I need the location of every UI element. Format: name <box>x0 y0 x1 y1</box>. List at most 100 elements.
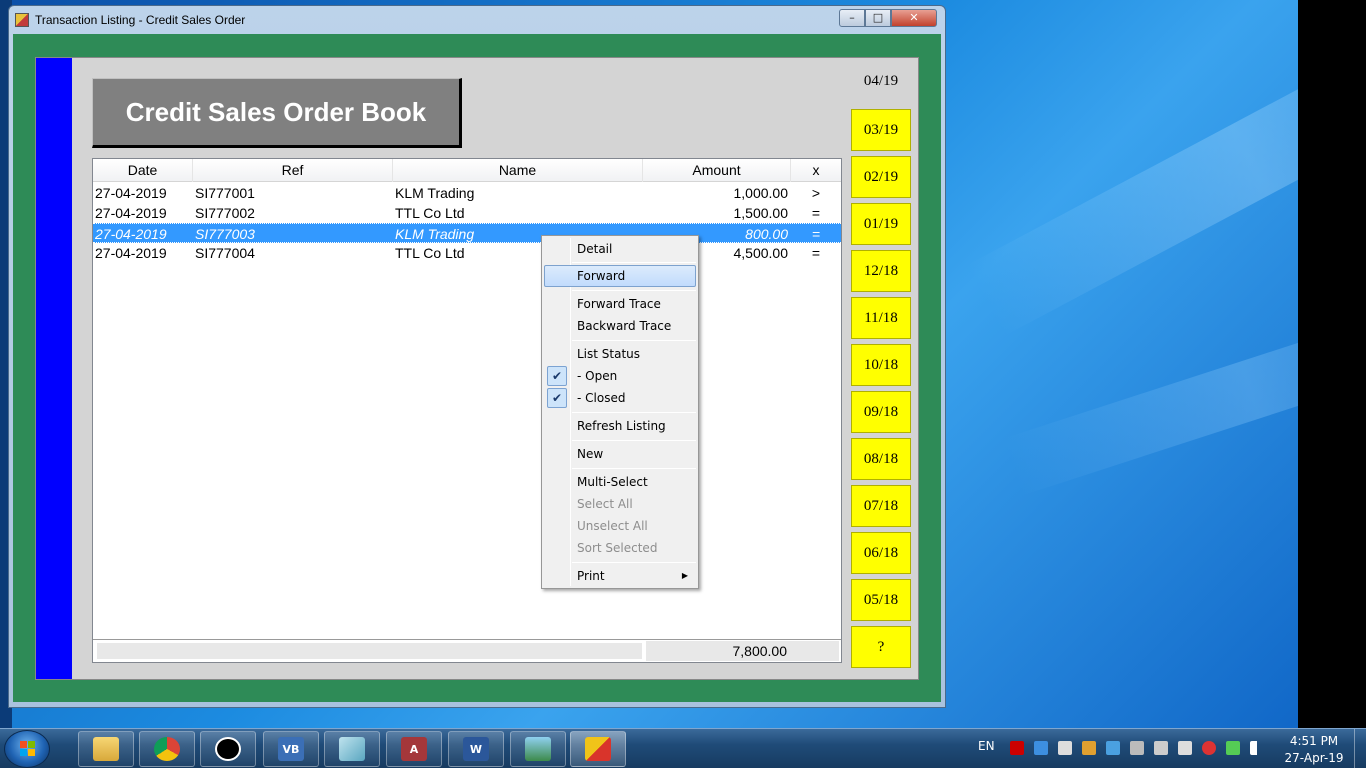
period-button[interactable]: 10/18 <box>851 344 911 386</box>
cell-ref: SI777001 <box>195 185 255 201</box>
menu-item-detail[interactable]: Detail <box>544 238 696 260</box>
menu-separator <box>572 262 696 263</box>
list-footer: 7,800.00 <box>93 639 841 662</box>
update-icon[interactable] <box>1202 741 1216 755</box>
list-header: Date Ref Name Amount x <box>93 159 841 182</box>
display-icon[interactable] <box>1130 741 1144 755</box>
menu-separator <box>572 290 696 291</box>
taskbar-access[interactable]: A <box>386 731 442 767</box>
cell-amount: 1,000.00 <box>733 185 789 201</box>
dropbox-icon[interactable] <box>1034 741 1048 755</box>
column-header-ref[interactable]: Ref <box>193 159 393 182</box>
menu-item-backward-trace[interactable]: Backward Trace <box>544 315 696 337</box>
cell-ref: SI777003 <box>195 226 255 242</box>
period-button[interactable]: 03/19 <box>851 109 911 151</box>
table-row[interactable]: 27-04-2019 SI777004 TTL Co Ltd 4,500.00 … <box>93 243 841 263</box>
menu-item-forward-trace[interactable]: Forward Trace <box>544 293 696 315</box>
menu-item-closed-label: - Closed <box>577 391 626 405</box>
menu-item-multi-select[interactable]: Multi-Select <box>544 471 696 493</box>
show-desktop-button[interactable] <box>1354 729 1366 768</box>
menu-separator <box>572 468 696 469</box>
period-button[interactable]: 01/19 <box>851 203 911 245</box>
period-button[interactable]: 06/18 <box>851 532 911 574</box>
menu-item-closed[interactable]: ✔ - Closed <box>544 387 696 409</box>
column-header-amount[interactable]: Amount <box>643 159 791 182</box>
column-header-name[interactable]: Name <box>393 159 643 182</box>
network-blocked-icon[interactable] <box>1058 741 1072 755</box>
cell-name: TTL Co Ltd <box>395 205 465 221</box>
chrome-icon <box>154 737 180 761</box>
cell-amount: 1,500.00 <box>733 205 789 221</box>
start-button[interactable] <box>4 730 50 768</box>
menu-item-unselect-all: Unselect All <box>577 519 648 533</box>
period-button[interactable]: 09/18 <box>851 391 911 433</box>
volume-icon[interactable] <box>1178 741 1192 755</box>
cell-x: > <box>811 185 821 201</box>
footer-spacer <box>97 643 642 659</box>
table-row[interactable]: 27-04-2019 SI777002 TTL Co Ltd 1,500.00 … <box>93 203 841 223</box>
menu-item-print[interactable]: Print ▶ <box>544 565 696 587</box>
menu-item-sort-selected: Sort Selected <box>577 541 658 555</box>
language-indicator[interactable]: EN <box>978 739 995 753</box>
period-button[interactable]: 05/18 <box>851 579 911 621</box>
column-header-date[interactable]: Date <box>93 159 193 182</box>
menu-item-print-label: Print <box>577 569 605 583</box>
context-menu: Detail Forward Forward Trace Backward Tr… <box>541 235 699 589</box>
taskbar-explorer[interactable] <box>78 731 134 767</box>
taskbar-vb[interactable]: VB <box>263 731 319 767</box>
close-button[interactable]: ✕ <box>891 9 937 27</box>
period-help-button[interactable]: ? <box>851 626 911 668</box>
minimize-button[interactable]: – <box>839 9 865 27</box>
signal-icon[interactable] <box>1250 741 1264 755</box>
clock-time[interactable]: 4:51 PM <box>1284 734 1344 748</box>
desktop-edge <box>1298 0 1366 728</box>
table-row[interactable]: 27-04-2019 SI777001 KLM Trading 1,000.00… <box>93 183 841 203</box>
book-title: Credit Sales Order Book <box>92 78 462 148</box>
total-amount: 7,800.00 <box>646 641 839 661</box>
access-icon: A <box>401 737 427 761</box>
menu-item-refresh-listing[interactable]: Refresh Listing <box>544 415 696 437</box>
period-button[interactable]: 07/18 <box>851 485 911 527</box>
app-icon[interactable] <box>15 13 29 27</box>
period-button[interactable]: 02/19 <box>851 156 911 198</box>
maximize-button[interactable]: □ <box>865 9 891 27</box>
clock-date[interactable]: 27-Apr-19 <box>1280 751 1348 765</box>
transaction-list[interactable]: Date Ref Name Amount x 27-04-2019 SI7770… <box>92 158 842 663</box>
photos-icon <box>525 737 551 761</box>
power-icon[interactable] <box>1226 741 1240 755</box>
taskbar-chrome[interactable] <box>139 731 195 767</box>
period-button[interactable]: 11/18 <box>851 297 911 339</box>
menu-item-forward[interactable]: Forward <box>544 265 696 287</box>
windows-logo-icon <box>20 741 36 757</box>
column-header-x[interactable]: x <box>791 159 841 182</box>
word-icon: W <box>463 737 489 761</box>
window-title: Transaction Listing - Credit Sales Order <box>35 13 246 27</box>
taskbar-word[interactable]: W <box>448 731 504 767</box>
cell-ref: SI777004 <box>195 245 255 261</box>
cell-name: KLM Trading <box>395 185 475 201</box>
period-button[interactable]: 08/18 <box>851 438 911 480</box>
table-row-selected[interactable]: 27-04-2019 SI777003 KLM Trading 800.00 = <box>93 223 841 243</box>
taskbar-photos[interactable] <box>510 731 566 767</box>
taskbar-clock[interactable] <box>200 731 256 767</box>
menu-item-list-status[interactable]: List Status <box>544 343 696 365</box>
inner-panel: Credit Sales Order Book Date Ref Name Am… <box>35 57 919 680</box>
taskbar-notepad[interactable] <box>324 731 380 767</box>
menu-separator <box>572 562 696 563</box>
security-icon[interactable] <box>1154 741 1168 755</box>
cell-x: = <box>811 245 821 261</box>
bluetooth-icon[interactable] <box>1106 741 1120 755</box>
menu-item-open[interactable]: ✔ - Open <box>544 365 696 387</box>
folder-icon <box>93 737 119 761</box>
cell-date: 27-04-2019 <box>95 245 167 261</box>
settings-icon[interactable] <box>1082 741 1096 755</box>
menu-item-new[interactable]: New <box>544 443 696 465</box>
notepad-icon <box>339 737 365 761</box>
transaction-listing-window: Transaction Listing - Credit Sales Order… <box>8 5 946 708</box>
cell-ref: SI777002 <box>195 205 255 221</box>
title-bar[interactable]: Transaction Listing - Credit Sales Order… <box>9 6 945 34</box>
period-button[interactable]: 12/18 <box>851 250 911 292</box>
acrobat-icon[interactable] <box>1010 741 1024 755</box>
menu-separator <box>572 440 696 441</box>
taskbar-app-active[interactable] <box>570 731 626 767</box>
